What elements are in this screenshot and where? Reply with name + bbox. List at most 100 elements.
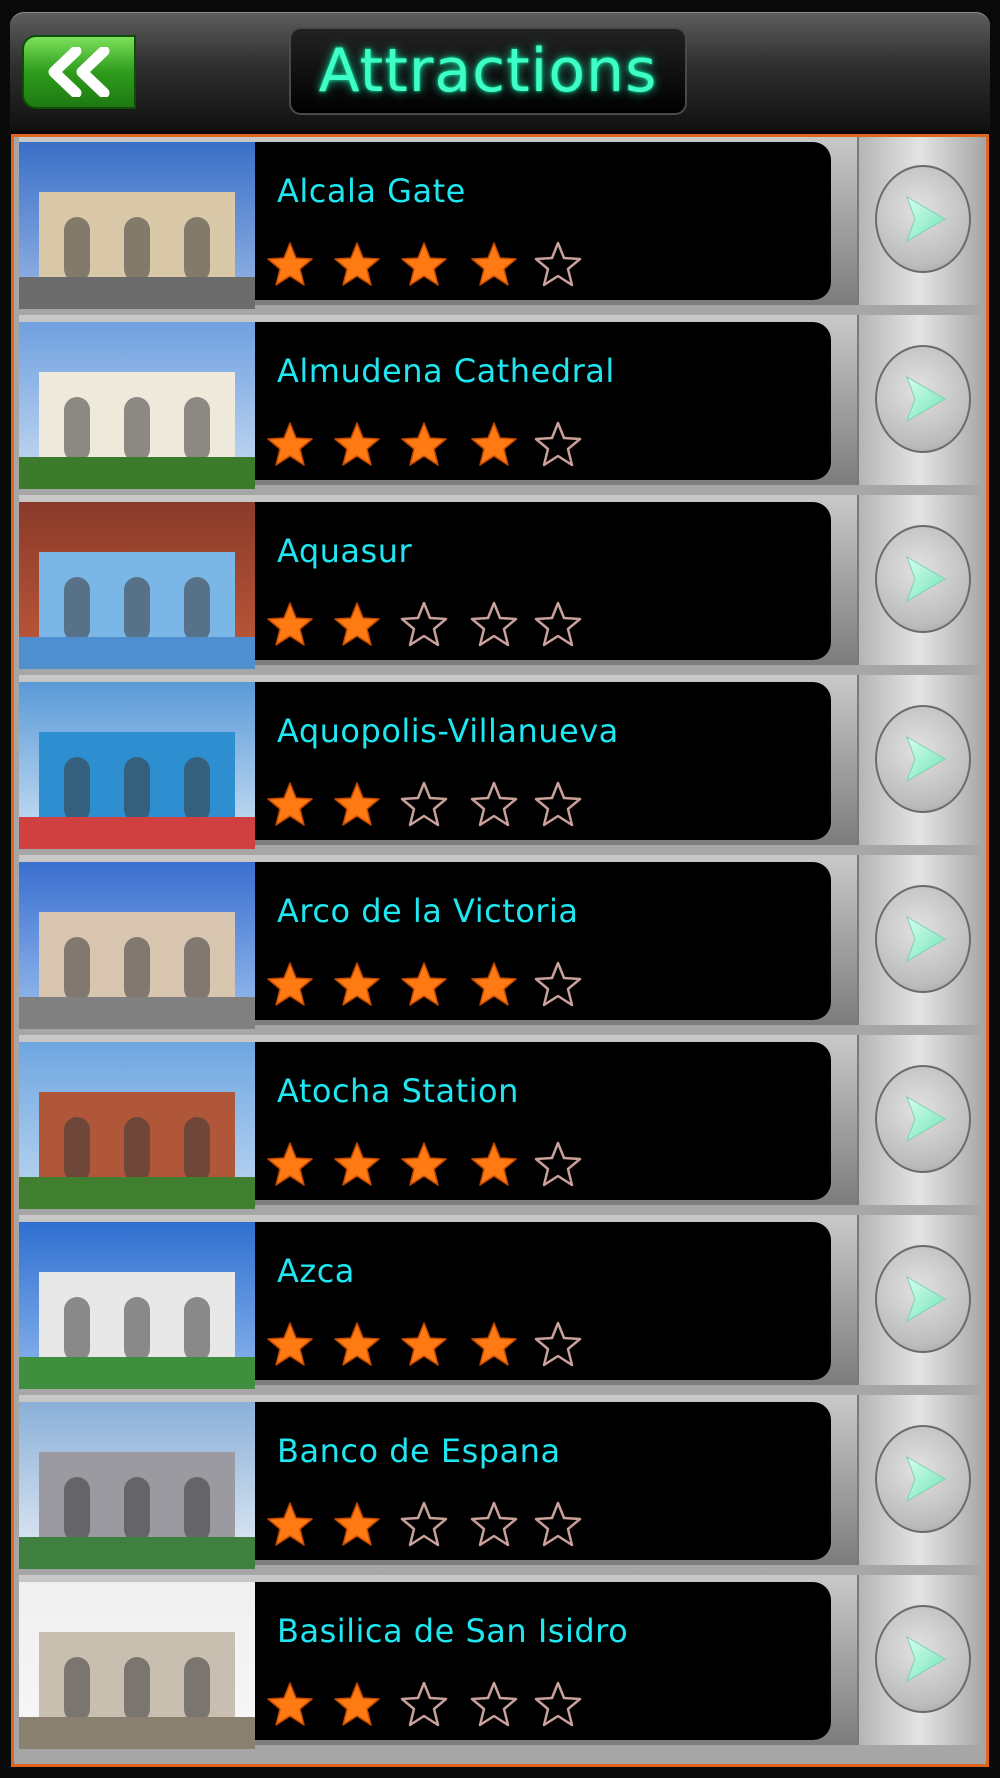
star-filled-icon	[401, 1322, 447, 1366]
attraction-info: Aquasur	[255, 502, 831, 660]
star-empty-icon	[534, 241, 582, 287]
open-attraction-button[interactable]	[875, 1065, 971, 1173]
open-attraction-button[interactable]	[875, 525, 971, 633]
play-arrow-icon	[906, 375, 946, 423]
title-box: Attractions	[289, 27, 687, 115]
back-button[interactable]	[22, 35, 136, 109]
attraction-info: Aquopolis-Villanueva	[255, 682, 831, 840]
list-item[interactable]: Aquopolis-Villanueva	[19, 675, 981, 849]
list-item[interactable]: Aquasur	[19, 495, 981, 669]
star-filled-icon	[267, 782, 313, 826]
attraction-info: Almudena Cathedral	[255, 322, 831, 480]
attraction-name: Arco de la Victoria	[277, 892, 579, 930]
attraction-name: Almudena Cathedral	[277, 352, 615, 390]
star-filled-icon	[334, 422, 380, 466]
go-panel	[857, 1395, 981, 1565]
attraction-info: Azca	[255, 1222, 831, 1380]
open-attraction-button[interactable]	[875, 1425, 971, 1533]
double-chevron-left-icon	[48, 47, 110, 97]
star-filled-icon	[267, 242, 313, 286]
star-filled-icon	[334, 1682, 380, 1726]
play-arrow-icon	[906, 1635, 946, 1683]
attraction-name: Atocha Station	[277, 1072, 519, 1110]
attraction-thumbnail	[19, 862, 255, 1029]
star-filled-icon	[334, 242, 380, 286]
go-panel	[857, 495, 981, 665]
star-filled-icon	[334, 962, 380, 1006]
list-item[interactable]: Alcala Gate	[19, 137, 981, 309]
attraction-thumbnail	[19, 502, 255, 669]
play-arrow-icon	[906, 1095, 946, 1143]
star-filled-icon	[334, 782, 380, 826]
attraction-name: Basilica de San Isidro	[277, 1612, 629, 1650]
star-empty-icon	[534, 1501, 582, 1547]
attraction-info: Atocha Station	[255, 1042, 831, 1200]
list-item[interactable]: Arco de la Victoria	[19, 855, 981, 1029]
go-panel	[857, 315, 981, 485]
star-filled-icon	[267, 1682, 313, 1726]
list-item[interactable]: Almudena Cathedral	[19, 315, 981, 489]
attractions-list: Alcala Gate Almudena Cathedral Aquasur Aquo…	[11, 134, 989, 1767]
go-panel	[857, 1035, 981, 1205]
attraction-info: Banco de Espana	[255, 1402, 831, 1560]
star-filled-icon	[401, 962, 447, 1006]
attraction-name: Alcala Gate	[277, 172, 466, 210]
star-filled-icon	[334, 602, 380, 646]
list-item[interactable]: Basilica de San Isidro	[19, 1575, 981, 1749]
star-filled-icon	[267, 602, 313, 646]
attraction-thumbnail	[19, 1582, 255, 1749]
star-empty-icon	[534, 1321, 582, 1367]
open-attraction-button[interactable]	[875, 165, 971, 273]
star-filled-icon	[334, 1142, 380, 1186]
star-filled-icon	[267, 962, 313, 1006]
open-attraction-button[interactable]	[875, 1605, 971, 1713]
star-filled-icon	[471, 1142, 517, 1186]
star-empty-icon	[470, 1681, 518, 1727]
attraction-thumbnail	[19, 682, 255, 849]
star-empty-icon	[534, 961, 582, 1007]
open-attraction-button[interactable]	[875, 1245, 971, 1353]
star-empty-icon	[534, 421, 582, 467]
attraction-info: Arco de la Victoria	[255, 862, 831, 1020]
star-filled-icon	[267, 1502, 313, 1546]
attraction-info: Alcala Gate	[255, 142, 831, 300]
star-empty-icon	[470, 1501, 518, 1547]
star-empty-icon	[400, 1681, 448, 1727]
list-item[interactable]: Atocha Station	[19, 1035, 981, 1209]
attraction-thumbnail	[19, 322, 255, 489]
star-empty-icon	[470, 781, 518, 827]
star-filled-icon	[401, 1142, 447, 1186]
attraction-thumbnail	[19, 1042, 255, 1209]
star-filled-icon	[471, 1322, 517, 1366]
star-empty-icon	[400, 601, 448, 647]
go-panel	[857, 1215, 981, 1385]
play-arrow-icon	[906, 915, 946, 963]
list-item[interactable]: Banco de Espana	[19, 1395, 981, 1569]
star-empty-icon	[534, 601, 582, 647]
star-filled-icon	[334, 1502, 380, 1546]
open-attraction-button[interactable]	[875, 705, 971, 813]
open-attraction-button[interactable]	[875, 345, 971, 453]
attraction-name: Azca	[277, 1252, 355, 1290]
star-filled-icon	[471, 242, 517, 286]
attraction-thumbnail	[19, 142, 255, 309]
star-empty-icon	[534, 1141, 582, 1187]
star-filled-icon	[471, 962, 517, 1006]
page-title: Attractions	[318, 36, 658, 106]
open-attraction-button[interactable]	[875, 885, 971, 993]
star-filled-icon	[334, 1322, 380, 1366]
go-panel	[857, 1575, 981, 1745]
attraction-name: Aquasur	[277, 532, 413, 570]
star-filled-icon	[401, 422, 447, 466]
star-empty-icon	[470, 601, 518, 647]
attraction-thumbnail	[19, 1222, 255, 1389]
attraction-thumbnail	[19, 1402, 255, 1569]
star-filled-icon	[401, 242, 447, 286]
list-item[interactable]: Azca	[19, 1215, 981, 1389]
star-empty-icon	[534, 781, 582, 827]
go-panel	[857, 137, 981, 305]
attraction-info: Basilica de San Isidro	[255, 1582, 831, 1740]
go-panel	[857, 675, 981, 845]
star-empty-icon	[400, 1501, 448, 1547]
go-panel	[857, 855, 981, 1025]
